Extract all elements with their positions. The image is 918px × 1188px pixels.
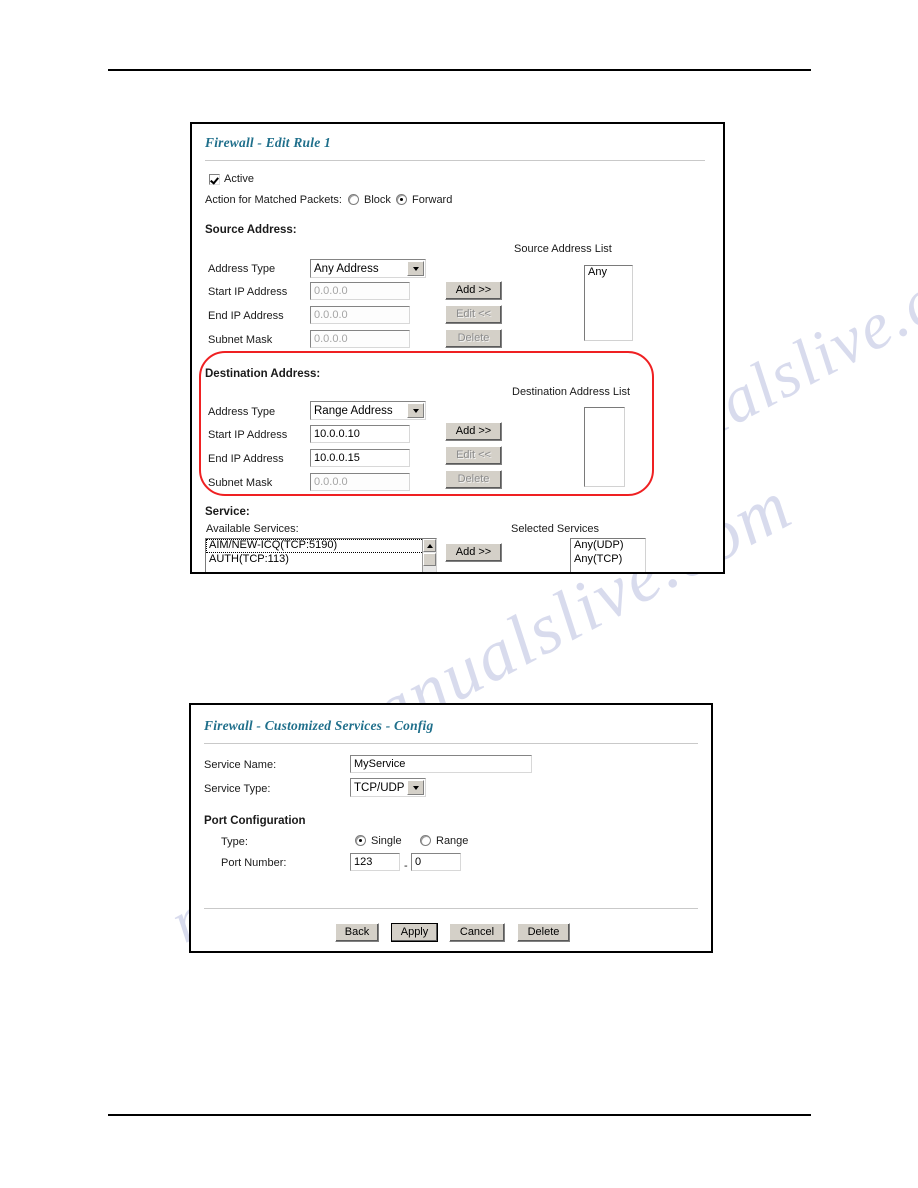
service-type-select[interactable]: TCP/UDP [350,778,426,797]
cancel-button[interactable]: Cancel [449,923,505,942]
list-item[interactable]: Any(TCP) [571,553,645,567]
action-radio-block-label: Block [364,194,391,206]
service-name-label: Service Name: [204,759,277,771]
port-number-label: Port Number: [221,857,287,869]
list-item[interactable]: Any [585,266,632,280]
service-type-value: TCP/UDP [354,782,405,794]
port-configuration-heading: Port Configuration [204,815,306,827]
list-item[interactable]: AUTH(TCP:113) [206,553,436,567]
source-delete-button[interactable]: Delete [445,329,502,348]
action-radio-forward-label: Forward [412,194,453,206]
source-address-list-title: Source Address List [514,243,612,255]
apply-button[interactable]: Apply [391,923,438,942]
selected-services-listbox[interactable]: Any(UDP) Any(TCP) [570,538,646,572]
panel-title: Firewall - Edit Rule 1 [205,135,331,150]
source-address-heading: Source Address: [205,224,297,236]
source-address-type-value: Any Address [314,263,379,275]
destination-subnet-mask-input[interactable]: 0.0.0.0 [310,473,410,491]
source-start-ip-input[interactable]: 0.0.0.0 [310,282,410,300]
source-address-type-select[interactable]: Any Address [310,259,426,278]
chevron-down-icon[interactable] [407,780,424,795]
source-end-ip-input[interactable]: 0.0.0.0 [310,306,410,324]
panel-title: Firewall - Customized Services - Config [204,718,434,733]
destination-delete-button[interactable]: Delete [445,470,502,489]
action-radio-forward[interactable] [396,194,407,205]
firewall-customized-services-config-panel: Firewall - Customized Services - Config … [189,703,713,953]
port-type-radio-single[interactable] [355,835,366,846]
action-radio-block[interactable] [348,194,359,205]
source-address-listbox[interactable]: Any [584,265,633,341]
scroll-up-icon[interactable] [423,539,436,552]
firewall-edit-rule-panel: Firewall - Edit Rule 1 Active Action for… [190,122,725,574]
destination-end-ip-label: End IP Address [208,453,284,465]
port-type-label: Type: [221,836,248,848]
source-add-button[interactable]: Add >> [445,281,502,300]
page-header-rule [108,69,811,71]
destination-start-ip-input[interactable]: 10.0.0.10 [310,425,410,443]
destination-address-list-title: Destination Address List [512,386,631,398]
panel-footer-divider [204,908,698,909]
chevron-down-icon[interactable] [407,403,424,418]
action-label: Action for Matched Packets: [205,194,342,206]
service-add-button[interactable]: Add >> [445,543,502,562]
destination-address-heading: Destination Address: [205,368,321,380]
service-type-label: Service Type: [204,783,271,795]
list-item[interactable]: Any(UDP) [571,539,645,553]
destination-add-button[interactable]: Add >> [445,422,502,441]
source-subnet-mask-input[interactable]: 0.0.0.0 [310,330,410,348]
source-subnet-mask-label: Subnet Mask [208,334,273,346]
destination-address-type-select[interactable]: Range Address [310,401,426,420]
port-type-radio-single-label: Single [371,835,402,847]
port-number-start-input[interactable]: 123 [350,853,400,871]
scrollbar-thumb[interactable] [423,553,436,566]
service-heading: Service: [205,506,250,518]
port-range-separator: - [404,860,408,872]
selected-services-label: Selected Services [511,523,600,535]
page-footer-rule [108,1114,811,1116]
available-services-scrollbar[interactable] [422,539,436,572]
chevron-down-icon[interactable] [407,261,424,276]
delete-button[interactable]: Delete [517,923,570,942]
back-button[interactable]: Back [335,923,379,942]
destination-subnet-mask-label: Subnet Mask [208,477,273,489]
service-name-input[interactable]: MyService [350,755,532,773]
destination-start-ip-label: Start IP Address [208,429,288,441]
source-end-ip-label: End IP Address [208,310,284,322]
active-checkbox[interactable] [209,174,220,185]
available-services-label: Available Services: [206,523,299,535]
destination-address-listbox[interactable] [584,407,625,487]
panel-title-divider [205,160,705,161]
destination-address-type-label: Address Type [208,406,276,418]
source-edit-button[interactable]: Edit << [445,305,502,324]
destination-address-type-value: Range Address [314,405,393,417]
panel-title-divider [204,743,698,744]
port-type-radio-range[interactable] [420,835,431,846]
port-type-radio-range-label: Range [436,835,469,847]
list-item[interactable]: AIM/NEW-ICQ(TCP:5190) [206,539,436,553]
active-label: Active [224,173,254,185]
destination-edit-button[interactable]: Edit << [445,446,502,465]
available-services-listbox[interactable]: AIM/NEW-ICQ(TCP:5190) AUTH(TCP:113) [205,538,437,572]
port-number-end-input[interactable]: 0 [411,853,461,871]
destination-end-ip-input[interactable]: 10.0.0.15 [310,449,410,467]
source-start-ip-label: Start IP Address [208,286,288,298]
source-address-type-label: Address Type [208,263,276,275]
